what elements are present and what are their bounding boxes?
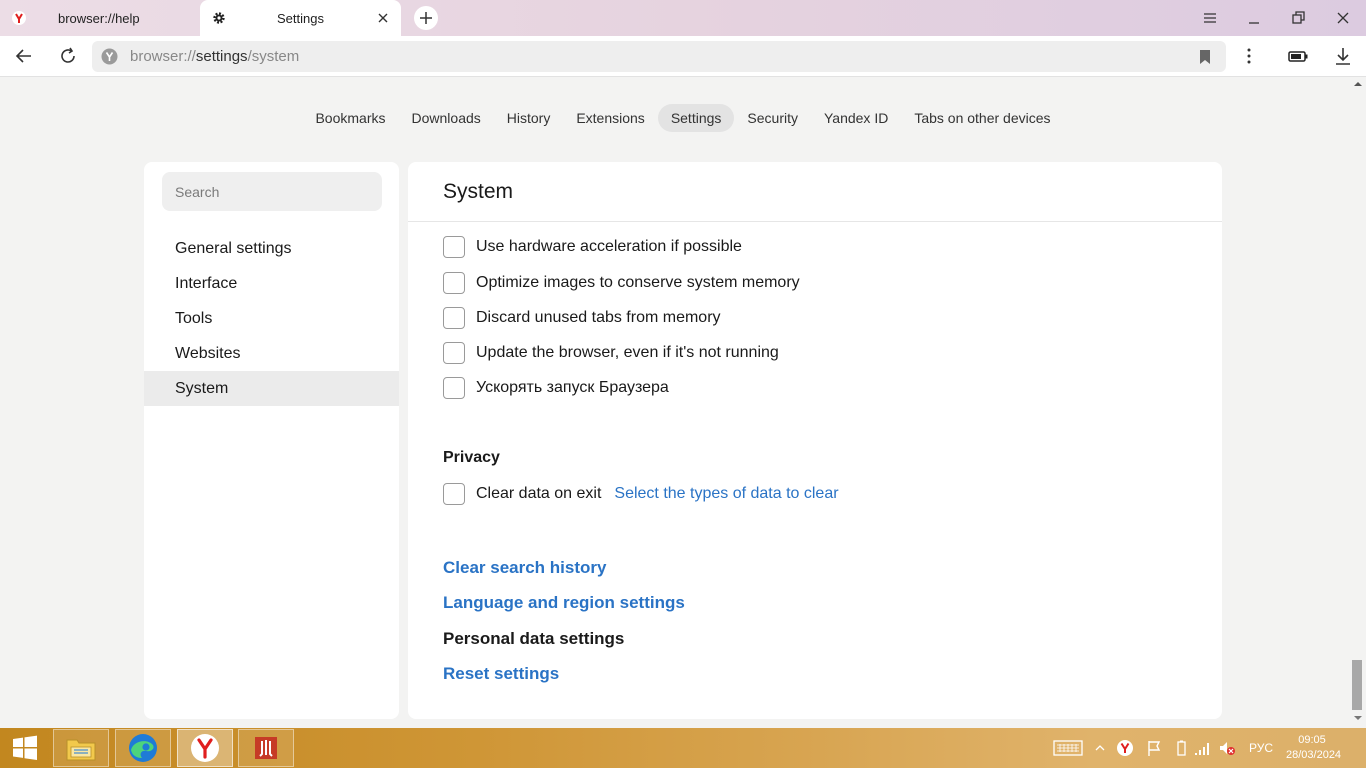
plus-icon <box>420 12 432 24</box>
option-label: Optimize images to conserve system memor… <box>476 274 800 291</box>
reload-icon[interactable] <box>57 45 79 67</box>
reset-settings-link[interactable]: Reset settings <box>443 664 559 684</box>
privacy-heading: Privacy <box>443 449 500 466</box>
update-browser-checkbox[interactable] <box>443 342 465 364</box>
option-label: Update the browser, even if it's not run… <box>476 344 779 361</box>
scroll-up-arrow-icon[interactable] <box>1354 80 1362 88</box>
option-hardware-acceleration: Use hardware acceleration if possible <box>443 235 742 259</box>
more-options-icon[interactable] <box>1238 45 1260 67</box>
yandex-browser-taskbar-button[interactable] <box>177 729 233 767</box>
option-update-browser: Update the browser, even if it's not run… <box>443 341 779 365</box>
edge-browser-icon <box>129 734 157 762</box>
site-info-icon[interactable] <box>101 48 118 65</box>
system-clock[interactable]: 09:05 28/03/2024 <box>1286 733 1342 763</box>
nav-bookmarks[interactable]: Bookmarks <box>302 104 398 132</box>
settings-search-input[interactable] <box>162 172 382 211</box>
nav-tabs-other-devices[interactable]: Tabs on other devices <box>901 104 1063 132</box>
sidebar-item-websites[interactable]: Websites <box>144 336 399 371</box>
close-window-icon[interactable] <box>1333 8 1353 28</box>
windows-logo-icon <box>13 735 37 760</box>
option-discard-tabs: Discard unused tabs from memory <box>443 306 721 330</box>
language-region-link[interactable]: Language and region settings <box>443 593 685 613</box>
input-language-indicator[interactable]: РУС <box>1249 741 1273 755</box>
personal-data-settings-heading: Personal data settings <box>443 629 625 648</box>
nav-yandex-id[interactable]: Yandex ID <box>811 104 901 132</box>
option-clear-on-exit: Clear data on exit Select the types of d… <box>443 482 839 506</box>
network-signal-icon[interactable] <box>1194 738 1212 758</box>
url-suffix: /system <box>247 48 300 65</box>
start-button[interactable] <box>0 729 50 767</box>
battery-icon[interactable] <box>1172 738 1190 758</box>
sidebar-item-general-settings[interactable]: General settings <box>144 231 399 266</box>
section-header: System <box>408 162 1222 222</box>
hardware-acceleration-checkbox[interactable] <box>443 236 465 258</box>
tab-strip: browser://help Settings <box>0 0 1366 36</box>
fast-launch-checkbox[interactable] <box>443 377 465 399</box>
nav-history[interactable]: History <box>494 104 564 132</box>
folder-icon <box>66 739 96 761</box>
tab-settings[interactable]: Settings <box>200 0 401 36</box>
url-text: browser://settings/system <box>130 48 299 65</box>
downloads-icon[interactable] <box>1332 45 1354 67</box>
sidebar-item-tools[interactable]: Tools <box>144 301 399 336</box>
keyboard-icon[interactable] <box>1053 738 1083 758</box>
bookmark-icon[interactable] <box>1198 49 1212 65</box>
menu-icon[interactable] <box>1200 8 1220 28</box>
clear-search-history-link[interactable]: Clear search history <box>443 558 606 578</box>
sidebar-item-interface[interactable]: Interface <box>144 266 399 301</box>
page-title: System <box>443 180 514 203</box>
option-label: Ускорять запуск Браузера <box>476 379 669 396</box>
nav-extensions[interactable]: Extensions <box>563 104 657 132</box>
scroll-down-arrow-icon[interactable] <box>1354 714 1362 722</box>
show-hidden-icons-icon[interactable] <box>1094 738 1106 758</box>
close-tab-icon[interactable] <box>375 10 391 26</box>
edge-taskbar-button[interactable] <box>115 729 171 767</box>
clock-date: 28/03/2024 <box>1286 749 1342 761</box>
action-center-flag-icon[interactable] <box>1145 738 1163 758</box>
settings-main-panel: System Use hardware acceleration if poss… <box>408 162 1222 719</box>
clear-on-exit-checkbox[interactable] <box>443 483 465 505</box>
nav-downloads[interactable]: Downloads <box>399 104 494 132</box>
option-label: Clear data on exit <box>476 485 602 502</box>
settings-top-nav: Bookmarks Downloads History Extensions S… <box>0 104 1366 134</box>
option-label: Use hardware acceleration if possible <box>476 238 742 255</box>
sidebar-item-system[interactable]: System <box>144 371 399 406</box>
minimize-icon[interactable] <box>1244 8 1264 28</box>
nav-settings[interactable]: Settings <box>657 104 735 132</box>
nav-security[interactable]: Security <box>734 104 811 132</box>
discard-tabs-checkbox[interactable] <box>443 307 465 329</box>
yandex-logo-icon <box>12 11 26 25</box>
option-label: Discard unused tabs from memory <box>476 309 721 326</box>
volume-muted-icon[interactable] <box>1218 738 1236 758</box>
file-explorer-taskbar-button[interactable] <box>53 729 109 767</box>
gear-icon <box>213 12 225 24</box>
new-tab-button[interactable] <box>414 6 438 30</box>
windows-taskbar: РУС 09:05 28/03/2024 <box>0 728 1366 768</box>
settings-sidebar: General settings Interface Tools Website… <box>144 162 399 719</box>
option-fast-launch: Ускорять запуск Браузера <box>443 376 669 400</box>
address-bar[interactable]: browser://settings/system <box>92 41 1226 72</box>
url-path: settings <box>195 48 248 65</box>
restore-icon[interactable] <box>1288 8 1308 28</box>
yandex-tray-icon[interactable] <box>1116 738 1134 758</box>
page-scrollbar-thumb[interactable] <box>1352 660 1362 710</box>
url-prefix: browser:// <box>130 48 196 65</box>
yandex-browser-icon <box>191 734 219 762</box>
option-optimize-images: Optimize images to conserve system memor… <box>443 271 800 295</box>
tab-browser-help[interactable]: browser://help <box>0 0 198 36</box>
select-data-types-link[interactable]: Select the types of data to clear <box>614 485 838 503</box>
browser-toolbar: browser://settings/system <box>0 36 1366 77</box>
battery-saver-icon[interactable] <box>1287 45 1309 67</box>
office-app-icon <box>255 737 277 759</box>
optimize-images-checkbox[interactable] <box>443 272 465 294</box>
office-app-taskbar-button[interactable] <box>238 729 294 767</box>
tab-title: browser://help <box>58 10 140 26</box>
back-arrow-icon[interactable] <box>13 45 35 67</box>
tab-title: Settings <box>277 10 324 26</box>
clock-time: 09:05 <box>1298 734 1326 746</box>
